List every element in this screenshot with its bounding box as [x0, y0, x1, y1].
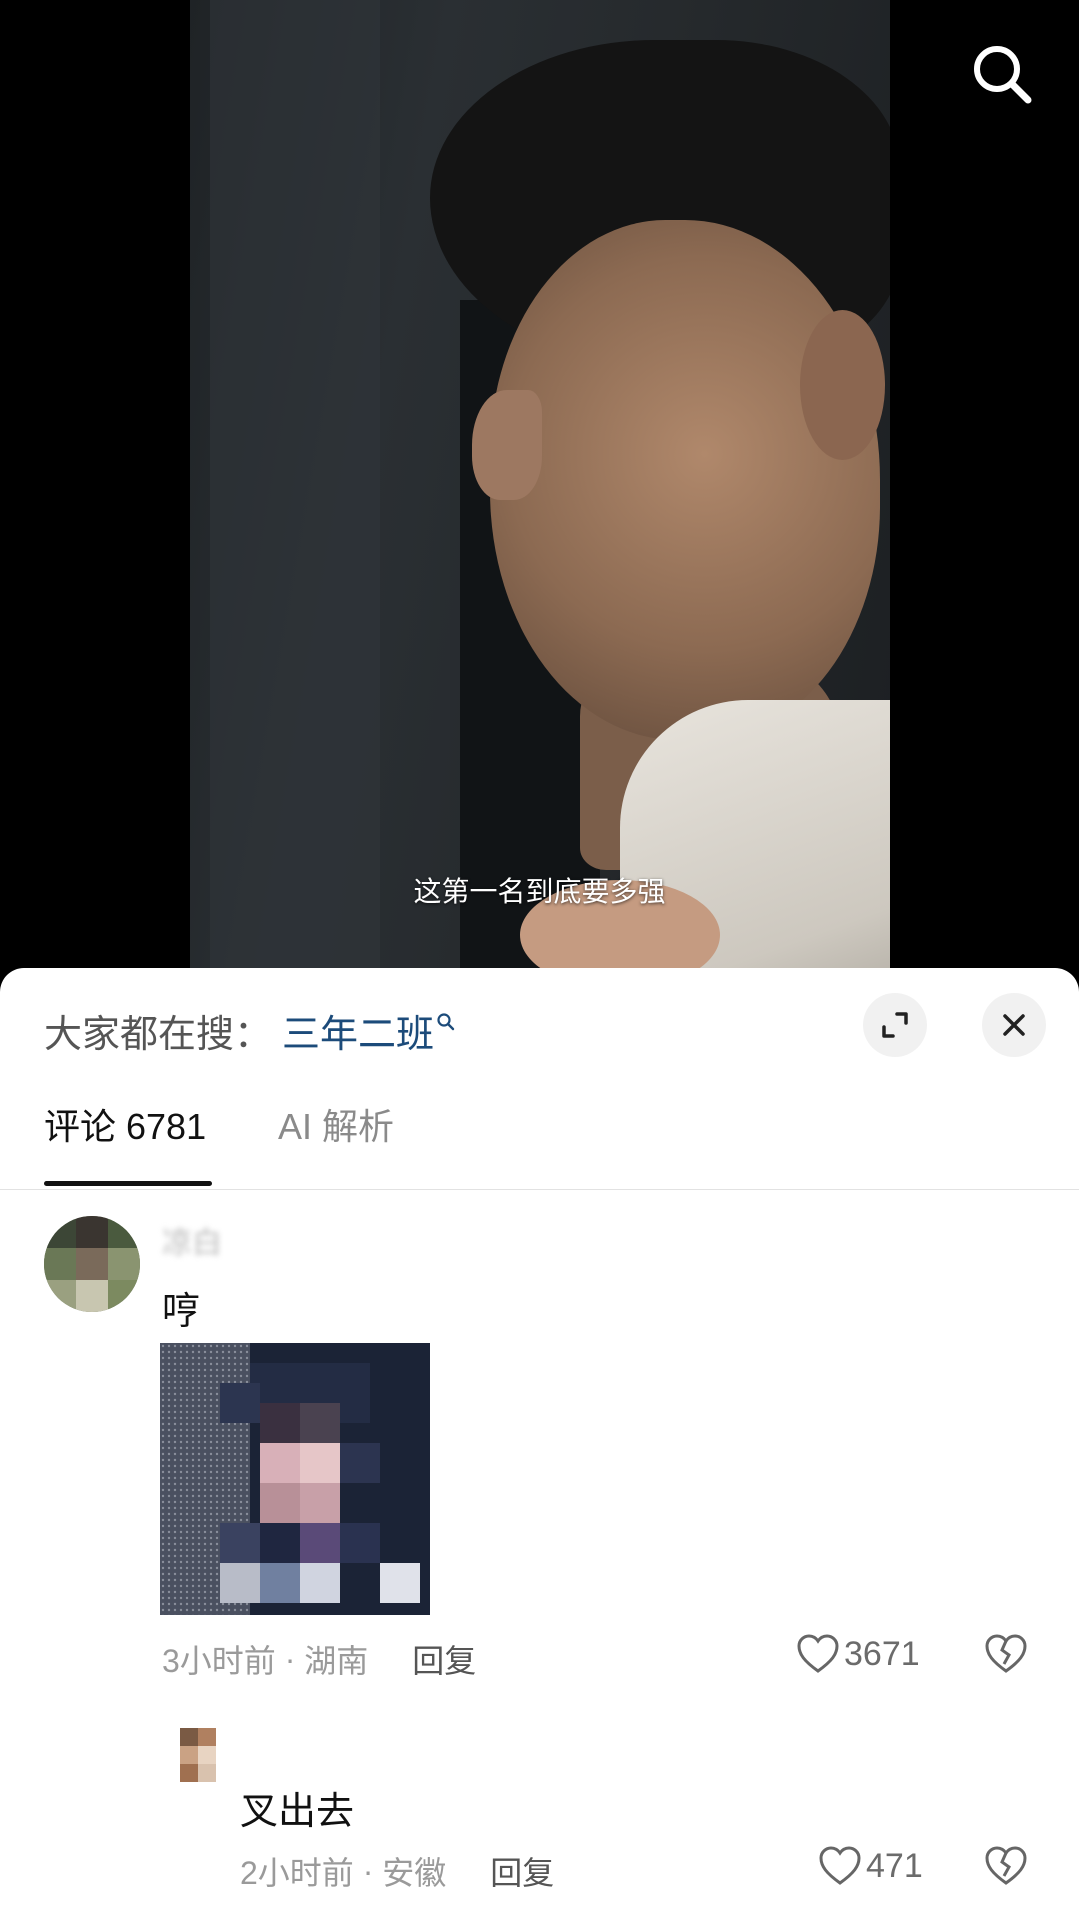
expand-button[interactable] [863, 993, 927, 1057]
heart-icon [819, 1846, 861, 1885]
video-ear-shape [800, 310, 885, 460]
comment-meta: 2小时前 · 安徽 回复 [240, 1848, 554, 1894]
comment-time: 3小时前 [162, 1643, 276, 1679]
tab-bar: 评论 6781 AI 解析 [0, 1098, 1079, 1158]
video-subtitle: 这第一名到底要多强 [413, 876, 666, 907]
video-head-shape [490, 220, 880, 740]
video-frame [190, 0, 890, 980]
comment-text: 叉出去 [240, 1791, 355, 1833]
comment-image[interactable] [160, 1343, 430, 1615]
meta-separator: · [275, 1640, 305, 1677]
like-button[interactable]: 471 [818, 1846, 923, 1886]
tab-comments[interactable]: 评论 6781 [44, 1098, 206, 1150]
comment-meta: 3小时前 · 湖南 回复 [162, 1636, 476, 1682]
comment-text: 哼 [162, 1291, 201, 1333]
reply-button[interactable]: 回复 [490, 1848, 554, 1894]
active-tab-indicator [44, 1181, 212, 1186]
like-count: 3671 [844, 1634, 920, 1673]
pixelated-comment-image [160, 1343, 430, 1615]
close-button[interactable] [982, 993, 1046, 1057]
video-nose-shape [472, 390, 542, 500]
avatar[interactable] [180, 1728, 216, 1782]
heart-icon [797, 1634, 839, 1673]
comment-time: 2小时前 [240, 1855, 354, 1891]
meta-separator: · [353, 1852, 383, 1889]
background-panel [210, 0, 380, 980]
comment-location: 湖南 [304, 1643, 369, 1679]
tab-ai-analysis[interactable]: AI 解析 [278, 1098, 394, 1150]
trending-search[interactable]: 大家都在搜： 三年二班 [44, 1000, 456, 1060]
expand-icon [882, 1012, 908, 1038]
pixelated-avatar-image [44, 1216, 140, 1312]
close-icon [1003, 1014, 1025, 1036]
reply-button[interactable]: 回复 [412, 1636, 476, 1682]
search-icon [974, 46, 1032, 104]
like-button[interactable]: 3671 [796, 1634, 920, 1674]
comment-location: 安徽 [382, 1855, 447, 1891]
divider [0, 1189, 1079, 1190]
trending-term-link[interactable]: 三年二班 [282, 1003, 434, 1058]
dislike-button[interactable] [984, 1846, 1032, 1886]
search-icon [437, 1013, 455, 1031]
comment-sheet: 大家都在搜： 三年二班 评论 6781 AI 解析 凉白 哼 3小时前 · 湖南… [0, 968, 1079, 1914]
broken-heart-icon [985, 1634, 1027, 1673]
pixelated-avatar-image [180, 1728, 216, 1782]
search-button[interactable] [968, 40, 1038, 110]
trending-prefix: 大家都在搜： [44, 1013, 273, 1056]
broken-heart-icon [985, 1846, 1027, 1885]
comment-username[interactable]: 凉白 [162, 1218, 222, 1262]
video-player[interactable]: 这第一名到底要多强 [0, 0, 1079, 980]
dislike-button[interactable] [984, 1634, 1032, 1674]
avatar[interactable] [44, 1216, 140, 1312]
like-count: 471 [866, 1846, 923, 1885]
